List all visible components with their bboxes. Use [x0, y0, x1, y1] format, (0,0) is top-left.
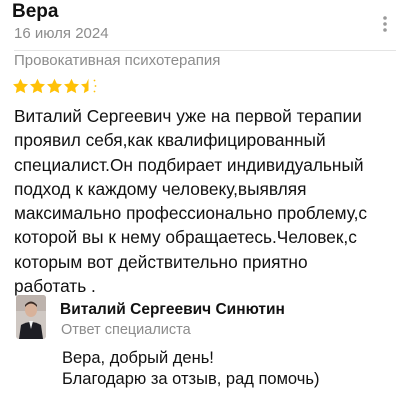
review-card: Вера 16 июля 2024 Провокативная психотер… — [0, 0, 406, 412]
star-icon — [30, 78, 45, 93]
specialist-name[interactable]: Виталий Сергеевич Синютин — [60, 300, 285, 320]
star-icon — [64, 78, 79, 93]
rating-stars — [12, 77, 97, 95]
star-icon — [47, 78, 62, 93]
star-icon — [81, 78, 97, 93]
review-service: Провокативная психотерапия — [14, 52, 221, 69]
more-vertical-icon — [383, 16, 387, 32]
avatar — [16, 295, 46, 339]
specialist-photo — [16, 295, 46, 339]
star-icon — [13, 78, 28, 93]
review-author-name: Вера — [12, 1, 59, 22]
review-menu-button[interactable] — [380, 14, 390, 34]
specialist-response: Виталий Сергеевич Синютин Ответ специали… — [0, 288, 406, 412]
review-text: Виталий Сергеевич уже на первой терапии … — [14, 106, 368, 297]
review-date: 16 июля 2024 — [14, 25, 109, 42]
response-role-label: Ответ специалиста — [61, 322, 191, 338]
response-text: Вера, добрый день! Благодарю за отзыв, р… — [62, 349, 320, 388]
